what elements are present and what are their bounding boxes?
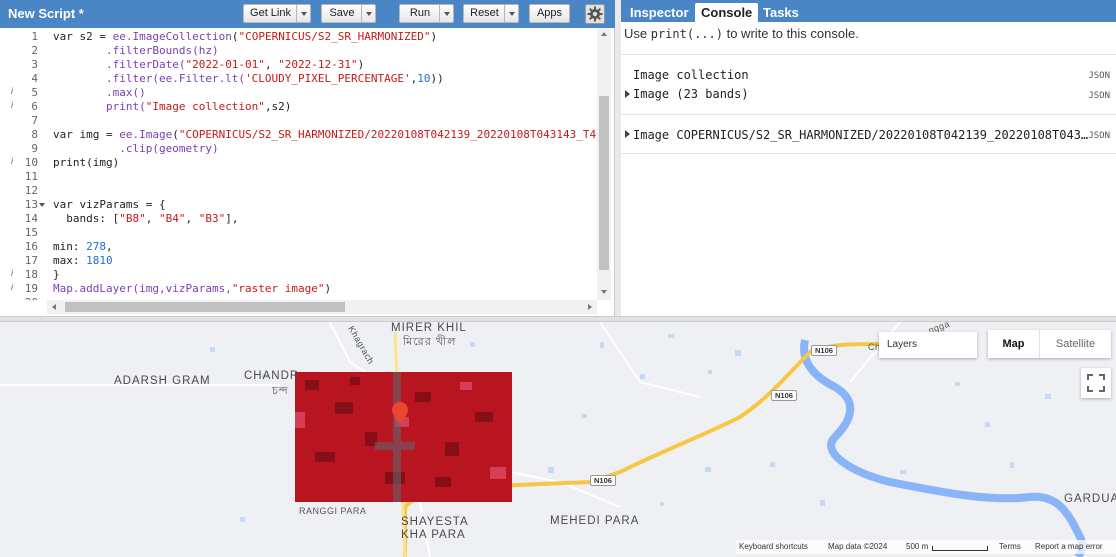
code-line-17: max: 1810	[53, 254, 113, 267]
scroll-up-icon[interactable]	[601, 32, 607, 36]
gear-icon	[587, 6, 603, 22]
line-number: 7	[0, 114, 597, 128]
get-link-button[interactable]: Get Link	[243, 4, 298, 23]
terms-link[interactable]: Terms	[999, 540, 1021, 554]
json-button[interactable]: JSON	[1088, 71, 1110, 81]
script-title[interactable]: New Script *	[8, 6, 84, 21]
expand-arrow-icon[interactable]	[625, 90, 630, 98]
reset-dropdown-button[interactable]	[504, 4, 519, 23]
editor-vertical-scrollbar[interactable]	[597, 28, 611, 300]
code-line-13: var vizParams = {	[53, 198, 166, 211]
json-button[interactable]: JSON	[1088, 91, 1110, 101]
code-editor[interactable]: 123456789101112131415161718192021 i i i …	[0, 28, 597, 300]
script-editor-panel: New Script * Get Link Save Run Reset App…	[0, 0, 615, 316]
line-number: 15	[0, 226, 597, 240]
code-line-1: var s2 = ee.ImageCollection("COPERNICUS/…	[53, 30, 438, 43]
line-number-text: 7	[31, 114, 38, 127]
line-number: 12	[0, 184, 597, 198]
place-label: SHAYESTA	[401, 516, 469, 528]
place-label: ADARSH GRAM	[114, 375, 211, 387]
map-type-satellite-button[interactable]: Satellite	[1040, 330, 1111, 358]
panel-tab-bar: Inspector Console Tasks	[621, 0, 1116, 22]
line-number-text: 12	[24, 184, 38, 197]
tab-inspector[interactable]: Inspector	[624, 3, 695, 22]
place-label: GARDUARA	[1064, 493, 1116, 505]
scroll-left-icon[interactable]	[52, 304, 56, 310]
map-data-text: Map data ©2024	[828, 542, 888, 551]
place-label: MEHEDI PARA	[550, 515, 640, 527]
code-line-2: .filterBounds(hz)	[53, 44, 219, 57]
scrollbar-thumb[interactable]	[599, 96, 609, 270]
place-label: RANGGI PARA	[299, 506, 367, 516]
expand-arrow-icon[interactable]	[625, 130, 630, 138]
console-hint: Use print(...) to write to this console.	[624, 26, 859, 41]
code-line-9: .clip(geometry)	[53, 142, 219, 155]
road-shield: N106	[590, 475, 616, 486]
map-type-map-button[interactable]: Map	[988, 330, 1040, 358]
raster-image-layer	[295, 372, 512, 502]
divider	[621, 153, 1116, 154]
json-button[interactable]: JSON	[1088, 131, 1110, 141]
editor-horizontal-scrollbar[interactable]	[47, 300, 597, 314]
console-entry: Image collection	[633, 68, 749, 82]
code-line-4: .filter(ee.Filter.lt('CLOUDY_PIXEL_PERCE…	[53, 72, 444, 85]
divider	[621, 54, 1116, 55]
fullscreen-icon	[1087, 374, 1105, 392]
code-line-18: }	[53, 268, 60, 281]
code-line-10: print(img)	[53, 156, 120, 169]
divider	[621, 114, 1116, 115]
line-number-text: 20	[14, 296, 38, 300]
editor-toolbar: New Script * Get Link Save Run Reset App…	[0, 0, 615, 28]
scroll-right-icon[interactable]	[588, 304, 592, 310]
code-line-6: print("Image collection",s2)	[53, 100, 292, 113]
code-line-19: Map.addLayer(img,vizParams,"raster image…	[53, 282, 332, 295]
scrollbar-thumb[interactable]	[65, 302, 345, 312]
get-link-dropdown-button[interactable]	[296, 4, 311, 23]
save-dropdown-button[interactable]	[361, 4, 376, 23]
console-entry[interactable]: Image (23 bands)	[633, 87, 749, 101]
scale-label: 500 m	[906, 542, 929, 551]
right-panel: Inspector Console Tasks Use print(...) t…	[621, 0, 1116, 316]
report-map-error-link[interactable]: Report a map error	[1035, 540, 1103, 554]
save-button[interactable]: Save	[321, 4, 363, 23]
keyboard-shortcuts-link[interactable]: Keyboard shortcuts	[739, 540, 808, 554]
code-line-14: bands: ["B8", "B4", "B3"],	[53, 212, 239, 225]
code-line-3: .filterDate("2022-01-01", "2022-12-31")	[53, 58, 365, 71]
map-view[interactable]: MIRER KHIL মিরের খীল ADARSH GRAM CHANDR …	[0, 322, 1116, 557]
place-label: CHANDR	[244, 370, 300, 382]
map-pin-icon[interactable]	[392, 402, 408, 424]
reset-button[interactable]: Reset	[463, 4, 506, 23]
run-button[interactable]: Run	[399, 4, 441, 23]
earth-engine-code-editor: New Script * Get Link Save Run Reset App…	[0, 0, 1116, 557]
road-shield: N106	[771, 390, 797, 401]
line-number: 11	[0, 170, 597, 184]
layers-control[interactable]: Layers	[879, 332, 977, 358]
settings-button[interactable]	[585, 4, 605, 24]
road-shield: N106	[811, 345, 837, 356]
place-label: মিরের খীল	[403, 336, 457, 348]
scale-bar	[932, 546, 988, 551]
map-attribution: Keyboard shortcuts Map data ©2024 500 m …	[736, 540, 1116, 554]
run-dropdown-button[interactable]	[439, 4, 454, 23]
fullscreen-button[interactable]	[1081, 368, 1111, 398]
console-entry[interactable]: Image COPERNICUS/S2_SR_HARMONIZED/202201…	[633, 128, 1088, 142]
code-line-8: var img = ee.Image("COPERNICUS/S2_SR_HAR…	[53, 128, 597, 141]
place-label: চন্দ	[272, 385, 289, 397]
code-line-16: min: 278,	[53, 240, 113, 253]
tab-tasks[interactable]: Tasks	[757, 3, 805, 22]
apps-button[interactable]: Apps	[529, 4, 570, 23]
code-line-5: .max()	[53, 86, 146, 99]
tab-console[interactable]: Console	[695, 3, 759, 22]
map-type-control: Map Satellite	[988, 330, 1111, 358]
line-number-text: 11	[24, 170, 38, 183]
scroll-down-icon[interactable]	[601, 290, 607, 294]
line-number-text: 15	[24, 226, 38, 239]
place-label: KHA PARA	[401, 529, 466, 541]
